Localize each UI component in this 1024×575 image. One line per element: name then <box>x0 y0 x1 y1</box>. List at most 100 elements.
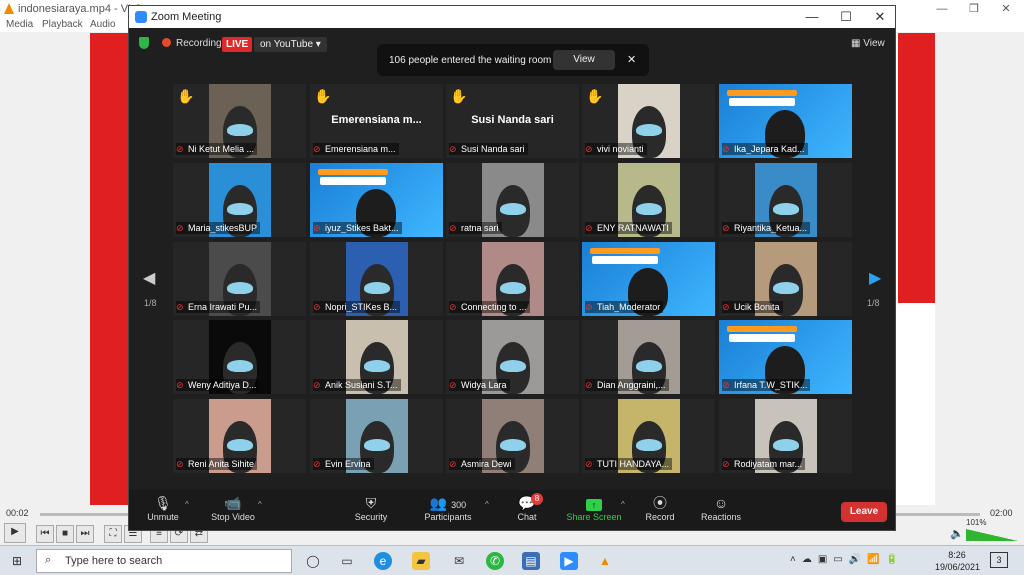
vlc-next-icon[interactable]: ⏭ <box>76 525 94 543</box>
vlc-play-icon[interactable]: ▶ <box>4 523 26 543</box>
whatsapp-icon[interactable]: ✆ <box>486 552 504 570</box>
muted-mic-icon: ⊘ <box>449 302 457 312</box>
participant-tile[interactable]: Anik Susiani S.T... ⊘ <box>310 320 443 394</box>
live-badge[interactable]: LIVE <box>222 37 253 52</box>
leave-button[interactable]: Leave <box>841 502 887 522</box>
participant-tile[interactable]: ENY RATNAWATI ⊘ <box>582 163 715 237</box>
participant-tile[interactable]: Widya Lara ⊘ <box>446 320 579 394</box>
zoom-maximize-button[interactable]: ☐ <box>829 6 863 28</box>
share-options-chevron-icon[interactable]: ^ <box>621 500 625 509</box>
search-icon: ⌕ <box>45 554 52 566</box>
video-options-chevron-icon[interactable]: ^ <box>258 500 262 509</box>
cortana-circle-icon[interactable]: ◯ <box>304 552 322 570</box>
participant-tile[interactable]: Ika_Jepara Kad... ⊘ <box>719 84 852 158</box>
shield-icon[interactable] <box>139 37 149 49</box>
vlc-close-button[interactable]: ✕ <box>990 0 1022 18</box>
participant-tile[interactable]: Irfana T.W_STIK... ⊘ <box>719 320 852 394</box>
participants-chevron-icon[interactable]: ^ <box>485 500 489 509</box>
taskbar-search-box[interactable]: ⌕ Type here to search <box>36 549 292 573</box>
notification-center-icon[interactable]: 3 <box>990 552 1008 568</box>
windows-start-icon[interactable]: ⊞ <box>8 552 26 570</box>
zoom-minimize-button[interactable]: — <box>795 6 829 28</box>
participant-tile[interactable]: Nopri_STIKes B... ⊘ <box>310 242 443 316</box>
zoom-window: Zoom Meeting — ☐ ✕ Recording LIVE on You… <box>128 5 896 531</box>
participant-tile[interactable]: iyuz_Stikes Bakt... ⊘ <box>310 163 443 237</box>
muted-mic-icon: ⊘ <box>176 223 184 233</box>
face-mask <box>364 360 390 372</box>
vlc-volume-slider[interactable] <box>966 529 1018 541</box>
audio-options-chevron-icon[interactable]: ^ <box>185 500 189 509</box>
waiting-room-view-button[interactable]: View <box>553 50 615 70</box>
stream-target-label: on YouTube <box>260 39 314 50</box>
participant-tile[interactable]: Tiah_Moderator ⊘ <box>582 242 715 316</box>
task-view-icon[interactable]: ▭ <box>338 552 356 570</box>
vlc-speaker-icon[interactable]: 🔈 <box>950 527 964 540</box>
vlc-minimize-button[interactable]: — <box>926 0 958 18</box>
mail-icon[interactable]: ✉ <box>450 552 468 570</box>
participant-tile[interactable]: ✋ Ni Ketut Melia ... ⊘ <box>173 84 306 158</box>
participant-tile[interactable]: Erna Irawati Pu... ⊘ <box>173 242 306 316</box>
vlc-fullscreen-icon[interactable]: ⛶ <box>104 525 122 543</box>
vlc-menu-media[interactable]: Media <box>6 19 33 30</box>
close-icon[interactable]: ✕ <box>627 53 636 66</box>
participant-tile[interactable]: Asmira Dewi ⊘ <box>446 399 579 473</box>
participant-tile[interactable]: Reni Anita Sihite ⊘ <box>173 399 306 473</box>
reactions-button[interactable]: ☺ Reactions <box>697 494 745 522</box>
participant-tile[interactable]: ✋ vivi novianti ⊘ <box>582 84 715 158</box>
vlc-stop-icon[interactable]: ■ <box>56 525 74 543</box>
security-button[interactable]: ⛨ Security <box>349 494 393 522</box>
participant-tile[interactable]: Dian Anggraini,... ⊘ <box>582 320 715 394</box>
participant-tile[interactable]: Rodiyatam mar... ⊘ <box>719 399 852 473</box>
taskbar-clock[interactable]: 8:26 19/06/2021 <box>935 549 980 573</box>
system-tray-icons[interactable]: ˄☁▣▭🔊📶🔋 <box>790 554 904 565</box>
vlc-taskbar-icon[interactable]: ▲ <box>596 552 614 570</box>
muted-mic-icon: ⊘ <box>585 459 593 469</box>
face-mask <box>636 360 662 372</box>
zoom-titlebar: Zoom Meeting — ☐ ✕ <box>129 6 895 28</box>
participant-name-label: Tiah_Moderator <box>585 301 664 313</box>
next-page-arrow-icon[interactable]: ▶ <box>869 268 881 288</box>
windows-taskbar: ⊞ ⌕ Type here to search ◯ ▭ e ▰ ✉ ✆ ▤ ▶ … <box>0 545 1024 575</box>
participants-button[interactable]: 👥 300 Participants <box>421 494 475 522</box>
participant-name-label: Ucik Bonita <box>722 301 783 313</box>
muted-mic-icon: ⊘ <box>585 302 593 312</box>
participant-tile[interactable]: Susi Nanda sari ✋ Susi Nanda sari ⊘ <box>446 84 579 158</box>
video-camera-icon: 📹 <box>224 495 242 511</box>
participant-name-label: Maria_stikesBUP <box>176 222 261 234</box>
file-explorer-icon[interactable]: ▰ <box>412 552 430 570</box>
vlc-maximize-button[interactable]: ❐ <box>958 0 990 18</box>
stop-video-label: Stop Video <box>211 512 255 522</box>
participant-name-label: Widya Lara <box>449 379 510 391</box>
record-button[interactable]: ⦿ Record <box>641 494 679 522</box>
stop-video-button[interactable]: 📹 Stop Video <box>207 494 259 522</box>
participant-name-label: Irfana T.W_STIK... <box>722 379 811 391</box>
participant-tile[interactable]: Evin Ervina ⊘ <box>310 399 443 473</box>
vlc-menu-playback[interactable]: Playback <box>42 19 83 30</box>
share-screen-button[interactable]: ↑ Share Screen <box>565 494 623 522</box>
view-label: View <box>863 38 885 49</box>
participant-tile[interactable]: ratna sari ⊘ <box>446 163 579 237</box>
participant-tile[interactable]: Ucik Bonita ⊘ <box>719 242 852 316</box>
participant-tile[interactable]: Emerensiana m... ✋ Emerensiana m... ⊘ <box>310 84 443 158</box>
vlc-time-total: 02:00 <box>990 508 1013 518</box>
page-right-indicator: 1/8 <box>867 298 880 308</box>
participant-tile[interactable]: Weny Aditiya D... ⊘ <box>173 320 306 394</box>
zoom-close-button[interactable]: ✕ <box>863 6 897 28</box>
zoom-taskbar-icon[interactable]: ▶ <box>560 552 578 570</box>
share-screen-label: Share Screen <box>566 512 622 522</box>
vlc-prev-icon[interactable]: ⏮ <box>36 525 54 543</box>
participant-tile[interactable]: Maria_stikesBUP ⊘ <box>173 163 306 237</box>
muted-mic-icon: ⊘ <box>722 223 730 233</box>
waiting-room-notice: 106 people entered the waiting room View… <box>377 44 649 76</box>
app-window-icon[interactable]: ▤ <box>522 552 540 570</box>
edge-browser-icon[interactable]: e <box>374 552 392 570</box>
participant-tile[interactable]: Connecting to ... ⊘ <box>446 242 579 316</box>
prev-page-arrow-icon[interactable]: ◀ <box>143 268 155 288</box>
view-menu[interactable]: ▦ View <box>851 38 885 49</box>
participant-tile[interactable]: TUTI HANDAYA... ⊘ <box>582 399 715 473</box>
participant-tile[interactable]: Riyantika_Ketua... ⊘ <box>719 163 852 237</box>
stream-target-dropdown[interactable]: on YouTube ▾ <box>254 37 327 52</box>
face-mask <box>636 203 662 215</box>
vlc-menu-audio[interactable]: Audio <box>90 19 116 30</box>
unmute-button[interactable]: 🎙 Unmute <box>143 494 183 522</box>
